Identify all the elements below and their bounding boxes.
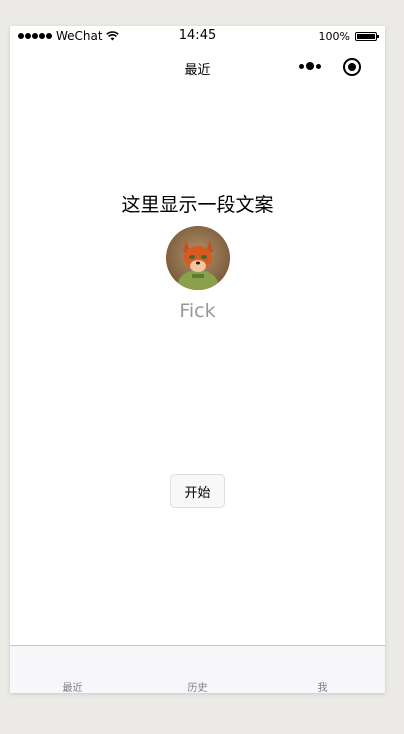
more-dots-icon[interactable] xyxy=(299,62,321,70)
tab-bar: 最近 历史 我 xyxy=(10,645,385,693)
start-button[interactable]: 开始 xyxy=(170,474,225,508)
fox-avatar-image xyxy=(166,226,230,290)
phone-screen: WeChat 14:45 100% 最近 这里显示一段文案 Fick 开始 最近… xyxy=(10,26,385,693)
tab-me[interactable]: 我 xyxy=(260,679,385,693)
tab-history[interactable]: 历史 xyxy=(135,679,260,693)
status-right: 100% xyxy=(318,30,379,43)
status-bar: WeChat 14:45 100% xyxy=(10,26,385,46)
motto-text: 这里显示一段文案 xyxy=(121,194,274,216)
navigation-bar: 最近 xyxy=(10,46,385,90)
target-icon[interactable] xyxy=(343,58,361,76)
tab-recent[interactable]: 最近 xyxy=(10,679,135,693)
nav-title: 最近 xyxy=(184,63,211,78)
battery-icon xyxy=(355,32,379,41)
avatar xyxy=(166,226,230,290)
username-text: Fick xyxy=(179,300,216,322)
battery-percent: 100% xyxy=(318,30,350,43)
